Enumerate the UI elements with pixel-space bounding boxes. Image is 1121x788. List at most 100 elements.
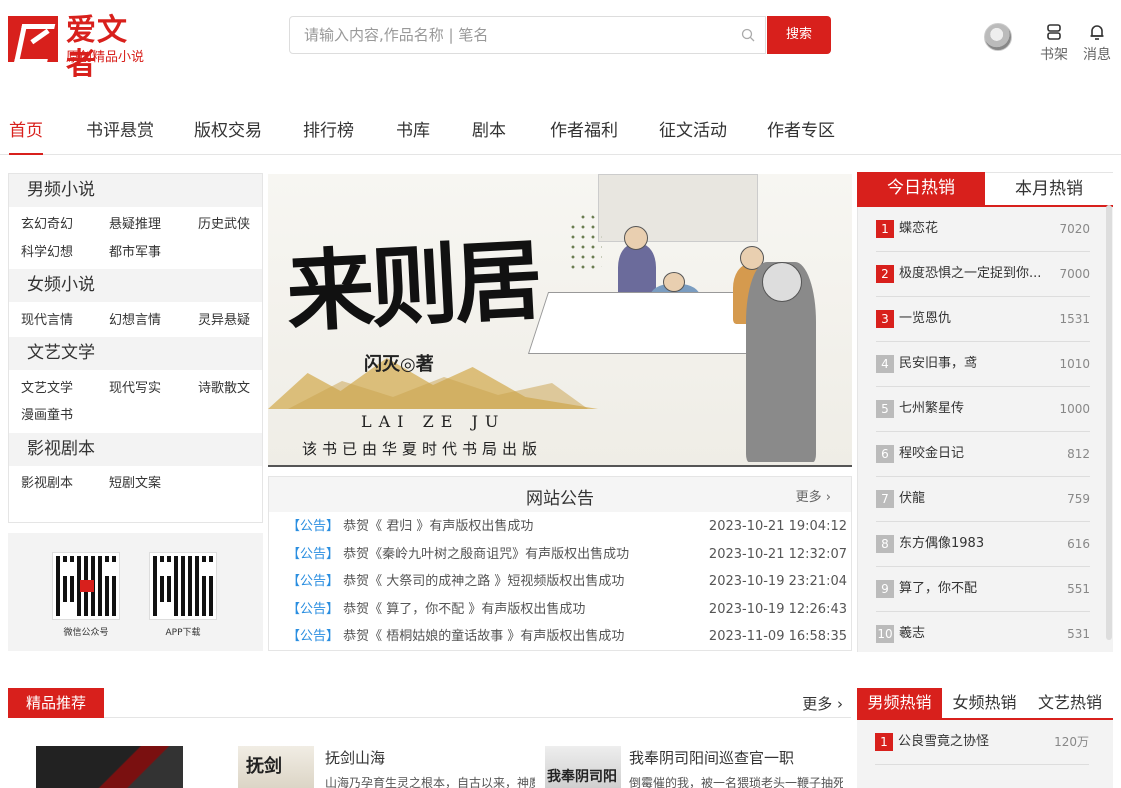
category-link[interactable]: 科学幻想 (21, 244, 73, 262)
notice-date: 2023-10-21 12:32:07 (708, 547, 847, 562)
category-heading[interactable]: 男频小说 (9, 174, 262, 207)
category-link[interactable]: 短剧文案 (109, 475, 161, 493)
tab-today-hot[interactable]: 今日热销 (857, 172, 985, 205)
rank-book-title: 公良雪竟之协怪 (898, 734, 990, 749)
banner-figure-head (624, 226, 648, 250)
category-link[interactable]: 现代言情 (21, 312, 73, 330)
bell-icon (1090, 25, 1104, 40)
book-title[interactable]: 抚剑山海 (325, 747, 385, 768)
wechat-qr-code (52, 552, 120, 620)
notice-item[interactable]: 【公告】 恭贺《 君归 》有声版权出售成功 2023-10-21 19:04:1… (287, 517, 847, 537)
notice-more-link[interactable]: 更多 › (796, 486, 831, 505)
ranking-row[interactable]: 9 算了，你不配 551 (876, 567, 1090, 612)
notice-tag: 【公告】 (287, 574, 340, 589)
category-heading[interactable]: 影视剧本 (9, 433, 262, 466)
category-link[interactable]: 现代写实 (109, 380, 161, 398)
search-input[interactable] (290, 17, 730, 53)
ranking-row[interactable]: 1 公良雪竟之协怪 120万 (875, 720, 1089, 765)
ranking-row[interactable]: 5 七州繁星传 1000 (876, 387, 1090, 432)
rank-count: 7020 (1059, 222, 1090, 236)
featured-cover-image[interactable] (36, 746, 183, 788)
category-panel: 男频小说 玄幻奇幻 悬疑推理 历史武侠 科学幻想 都市军事 女频小说 现代言情 … (8, 173, 263, 523)
notice-tag: 【公告】 (287, 602, 340, 617)
category-link[interactable]: 都市军事 (109, 244, 161, 262)
featured-more-link[interactable]: 更多 › (802, 693, 843, 714)
category-heading[interactable]: 文艺文学 (9, 337, 262, 370)
category-link[interactable]: 幻想言情 (109, 312, 161, 330)
featured-tab[interactable]: 精品推荐 (8, 688, 104, 718)
book-cover[interactable]: 我奉阴司阳间 (545, 746, 621, 788)
nav-home[interactable]: 首页 (9, 120, 43, 155)
ranking-row[interactable]: 3 一览恩仇 1531 (876, 297, 1090, 342)
qr-panel: 微信公众号 APP下载 (8, 533, 263, 651)
bookshelf-icon (1047, 24, 1061, 40)
search-icon[interactable] (741, 28, 755, 42)
notice-date: 2023-10-19 23:21:04 (708, 574, 847, 589)
ranking-row[interactable]: 1 蝶恋花 7020 (876, 207, 1090, 252)
notice-date: 2023-11-09 16:58:35 (708, 629, 847, 644)
nav-copyright-trade[interactable]: 版权交易 (194, 120, 262, 142)
notice-item[interactable]: 【公告】 恭贺《 梧桐姑娘的童话故事 》有声版权出售成功 2023-11-09 … (287, 627, 847, 647)
nav-scripts[interactable]: 剧本 (472, 120, 506, 142)
category-link[interactable]: 灵异悬疑 (198, 312, 250, 330)
ranking-list: 1 蝶恋花 7020 2 极度恐惧之一定捉到你... 7000 3 一览恩仇 1… (857, 207, 1113, 652)
category-heading[interactable]: 女频小说 (9, 269, 262, 302)
tab-literary-hot[interactable]: 文艺热销 (1027, 688, 1113, 718)
hero-banner[interactable]: 来则居 闪灭◎著 LAI ZE JU 该书已由华夏时代书局出版 (268, 174, 852, 467)
category-link[interactable]: 历史武侠 (198, 216, 250, 234)
rank-book-title: 极度恐惧之一定捉到你... (899, 266, 1042, 281)
ranking-scrollbar[interactable] (1106, 205, 1112, 640)
rank-count: 531 (1067, 627, 1090, 641)
main-nav: 首页 书评悬赏 版权交易 排行榜 书库 剧本 作者福利 征文活动 作者专区 (0, 110, 1121, 155)
featured-header: 精品推荐 更多 › (8, 688, 851, 718)
bookshelf-link[interactable]: 书架 (1036, 22, 1072, 64)
category-link[interactable]: 漫画童书 (21, 407, 73, 425)
nav-review-bounty[interactable]: 书评悬赏 (86, 120, 154, 142)
banner-author: 闪灭◎著 (364, 354, 434, 375)
avatar[interactable] (984, 23, 1012, 51)
rank-number: 10 (876, 625, 894, 643)
sales-ranking-panel: 今日热销 本月热销 1 蝶恋花 7020 2 极度恐惧之一定捉到你... 700… (857, 172, 1113, 652)
notice-item[interactable]: 【公告】 恭贺《 算了，你不配 》有声版权出售成功 2023-10-19 12:… (287, 600, 847, 620)
rank-count: 1000 (1059, 402, 1090, 416)
notice-item[interactable]: 【公告】 恭贺《 大祭司的成神之路 》短视频版权出售成功 2023-10-19 … (287, 572, 847, 592)
ranking-row[interactable]: 2 极度恐惧之一定捉到你... 7000 (876, 252, 1090, 297)
rank-count: 1531 (1059, 312, 1090, 326)
notice-tag: 【公告】 (287, 519, 340, 534)
site-logo[interactable]: 爱文者 原创精品小说 (8, 14, 158, 82)
messages-link[interactable]: 消息 (1079, 22, 1115, 64)
rank-count: 759 (1067, 492, 1090, 506)
nav-author-zone[interactable]: 作者专区 (767, 120, 835, 142)
notice-date: 2023-10-21 19:04:12 (708, 519, 847, 534)
tab-month-hot[interactable]: 本月热销 (985, 172, 1113, 205)
nav-author-benefits[interactable]: 作者福利 (550, 120, 618, 142)
notice-text: 恭贺《 君归 》有声版权出售成功 (343, 519, 534, 534)
nav-library[interactable]: 书库 (396, 120, 430, 142)
ranking-row[interactable]: 8 东方偶像1983 616 (876, 522, 1090, 567)
search-button[interactable]: 搜索 (767, 16, 831, 54)
nav-rankings[interactable]: 排行榜 (303, 120, 354, 142)
ranking-row[interactable]: 4 民安旧事，鸢 1010 (876, 342, 1090, 387)
category-link[interactable]: 玄幻奇幻 (21, 216, 73, 234)
logo-name: 爱文者 (66, 13, 128, 82)
rank-number: 9 (876, 580, 894, 598)
ranking-row[interactable]: 6 程咬金日记 812 (876, 432, 1090, 477)
app-qr-label: APP下载 (165, 628, 201, 638)
rank-book-title: 算了，你不配 (899, 581, 978, 596)
rank-number: 2 (876, 265, 894, 283)
messages-label: 消息 (1083, 47, 1111, 63)
category-link[interactable]: 悬疑推理 (109, 216, 161, 234)
rank-number: 4 (876, 355, 894, 373)
featured-more-label: 更多 (802, 695, 833, 713)
nav-contests[interactable]: 征文活动 (659, 120, 727, 142)
tab-female-hot[interactable]: 女频热销 (942, 688, 1027, 718)
notice-item[interactable]: 【公告】 恭贺《秦岭九叶树之殷商诅咒》有声版权出售成功 2023-10-21 1… (287, 545, 847, 565)
category-link[interactable]: 影视剧本 (21, 475, 73, 493)
book-title[interactable]: 我奉阴司阳间巡查官一职 (629, 747, 794, 768)
ranking-row[interactable]: 7 伏龍 759 (876, 477, 1090, 522)
ranking-row[interactable]: 10 羲志 531 (876, 612, 1090, 657)
tab-male-hot[interactable]: 男频热销 (857, 688, 942, 718)
category-link[interactable]: 文艺文学 (21, 380, 73, 398)
book-cover[interactable]: 抚剑 (238, 746, 314, 788)
category-link[interactable]: 诗歌散文 (198, 380, 250, 398)
